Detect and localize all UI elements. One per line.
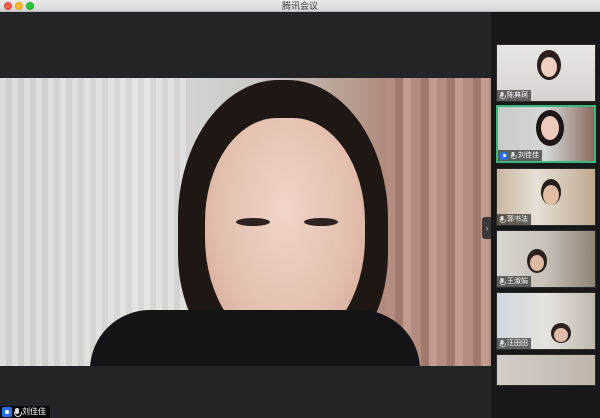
speaker-video[interactable] [0, 78, 491, 366]
chevron-right-icon: › [485, 223, 489, 233]
participant-name: 刘佳佳 [518, 152, 539, 159]
participant-face [541, 57, 557, 77]
speaker-body [90, 310, 420, 366]
self-user-icon [500, 151, 508, 160]
participant-label: 汪田田 [497, 338, 531, 349]
participant-tile[interactable]: 陈典珂 [496, 44, 596, 102]
participant-name: 陈典珂 [507, 92, 528, 99]
speaker-eye-left [236, 218, 270, 226]
self-user-icon [2, 407, 12, 417]
microphone-icon [499, 277, 506, 286]
microphone-icon [499, 215, 506, 224]
participant-face [543, 185, 559, 205]
participant-sidebar: 陈典珂 刘佳佳 郭书法 王淑娟 汪田田 [491, 12, 600, 418]
participant-tile-active[interactable]: 刘佳佳 [496, 105, 596, 163]
participant-label: 刘佳佳 [498, 150, 542, 161]
participant-tile[interactable]: 王淑娟 [496, 230, 596, 288]
participant-name: 郭书法 [507, 216, 528, 223]
title-bar: 腾讯会议 [0, 0, 600, 12]
window-title: 腾讯会议 [281, 1, 318, 11]
participant-tile[interactable]: 汪田田 [496, 292, 596, 350]
microphone-icon [14, 407, 22, 417]
participant-tile-partial[interactable] [496, 354, 596, 386]
speaker-eye-right [304, 218, 338, 226]
participant-name: 王淑娟 [507, 278, 528, 285]
participant-face [554, 328, 568, 342]
participant-label: 郭书法 [497, 214, 531, 225]
speaker-name-tag: 刘佳佳 [0, 406, 50, 418]
participant-name: 汪田田 [507, 340, 528, 347]
participant-label: 陈典珂 [497, 90, 531, 101]
participant-face [530, 255, 544, 271]
background-curtain-right [385, 78, 491, 366]
speaker-name: 刘佳佳 [22, 407, 46, 416]
participant-face [541, 116, 559, 140]
participant-label: 王淑娟 [497, 276, 531, 287]
main-video-area: › [0, 12, 492, 418]
participant-tile[interactable]: 郭书法 [496, 168, 596, 226]
microphone-icon [510, 151, 518, 160]
microphone-icon [499, 91, 506, 100]
microphone-icon [499, 339, 506, 348]
